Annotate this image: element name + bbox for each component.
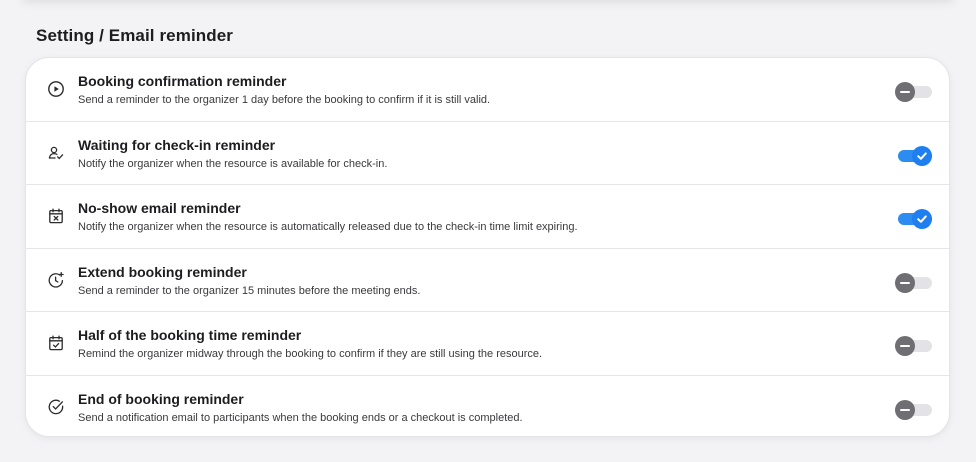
calendar-x-icon [47, 207, 65, 225]
reminder-row-booking-confirmation: Booking confirmation reminder Send a rem… [26, 58, 949, 122]
reminder-title: No-show email reminder [78, 200, 241, 216]
minus-icon [895, 272, 915, 293]
reminder-description: Send a notification email to participant… [78, 411, 523, 424]
reminder-row-no-show: No-show email reminder Notify the organi… [26, 185, 949, 249]
minus-icon [895, 399, 915, 420]
page-title: Setting / Email reminder [36, 26, 234, 45]
check-icon [912, 209, 932, 229]
check-circle-icon [47, 398, 65, 416]
reminder-row-waiting-check-in: Waiting for check-in reminder Notify the… [26, 122, 949, 185]
half-booking-toggle[interactable] [895, 336, 932, 356]
reminder-row-end-of-booking: End of booking reminder Send a notificat… [26, 376, 949, 437]
minus-icon [895, 82, 915, 102]
reminder-title: Half of the booking time reminder [78, 327, 302, 343]
clock-plus-icon [47, 271, 65, 289]
play-circle-icon [47, 80, 65, 98]
reminder-description: Notify the organizer when the resource i… [78, 221, 578, 233]
reminder-title: Extend booking reminder [78, 263, 247, 280]
reminder-title: Waiting for check-in reminder [78, 136, 276, 153]
reminder-row-half-booking: Half of the booking time reminder Remind… [26, 312, 949, 376]
reminder-description: Send a reminder to the organizer 1 day b… [78, 94, 491, 106]
user-check-icon [47, 144, 65, 162]
reminder-description: Notify the organizer when the resource i… [78, 157, 388, 170]
calendar-check-icon [47, 334, 65, 352]
minus-icon [895, 336, 915, 356]
no-show-toggle[interactable] [895, 209, 932, 229]
booking-confirmation-toggle[interactable] [895, 82, 932, 102]
reminder-title: Booking confirmation reminder [78, 73, 287, 89]
email-reminder-settings-card: Booking confirmation reminder Send a rem… [25, 57, 950, 437]
check-icon [912, 145, 932, 166]
reminder-row-extend-booking: Extend booking reminder Send a reminder … [26, 249, 949, 312]
extend-booking-toggle[interactable] [895, 272, 932, 293]
waiting-check-in-toggle[interactable] [895, 145, 932, 166]
end-of-booking-toggle[interactable] [895, 399, 932, 420]
reminder-title: End of booking reminder [78, 390, 244, 407]
reminder-description: Remind the organizer midway through the … [78, 348, 543, 360]
reminder-description: Send a reminder to the organizer 15 minu… [78, 284, 421, 297]
